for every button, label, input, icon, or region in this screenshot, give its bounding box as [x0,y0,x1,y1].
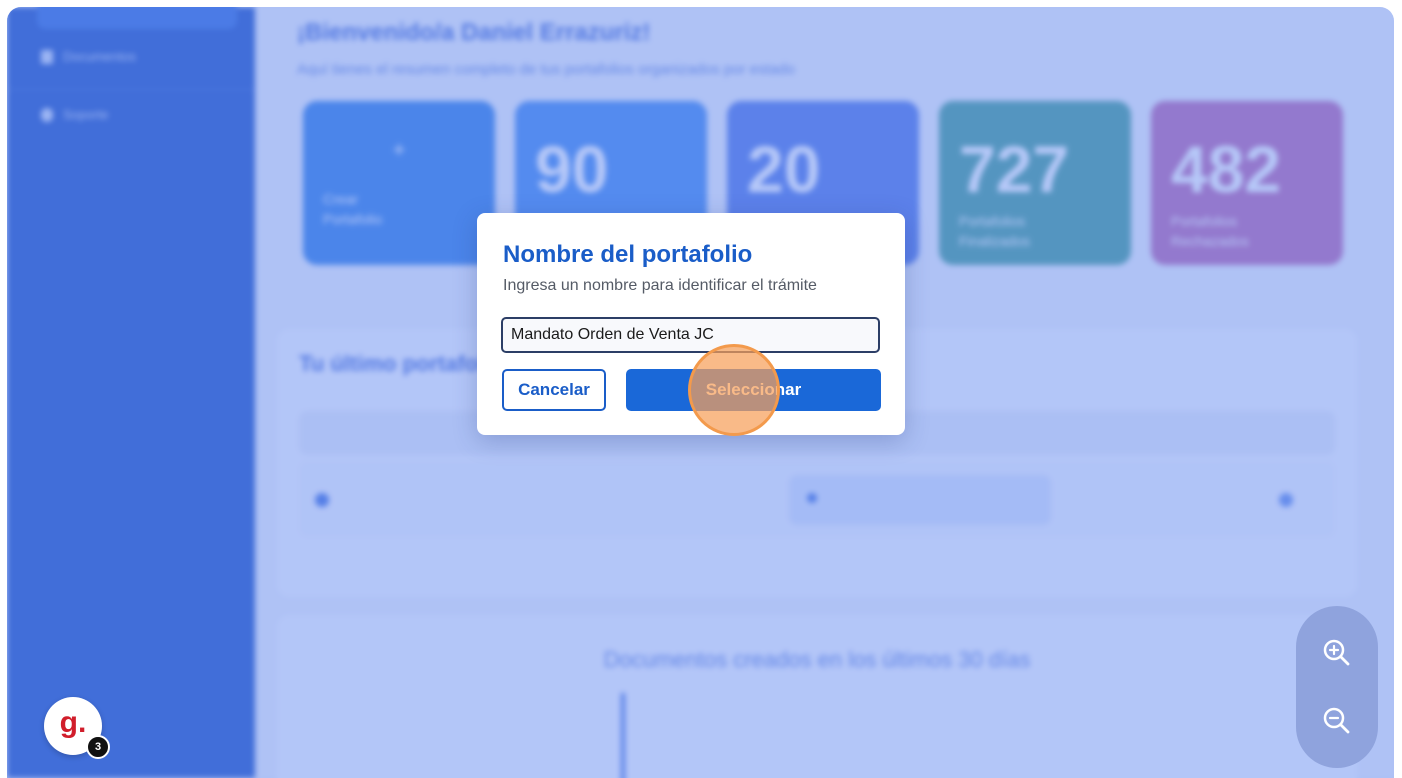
click-highlight [688,344,780,436]
zoom-controls [1296,606,1378,768]
portfolio-name-input[interactable] [501,317,880,353]
zoom-in-icon [1323,639,1350,666]
zoom-out-icon [1323,707,1350,734]
zoom-in-button[interactable] [1316,632,1358,674]
notification-badge: 3 [86,735,110,759]
dialog-subtitle: Ingresa un nombre para identificar el tr… [503,277,817,294]
cancel-button[interactable]: Cancelar [502,369,606,411]
zoom-out-button[interactable] [1316,700,1358,742]
dialog-title: Nombre del portafolio [503,241,753,268]
